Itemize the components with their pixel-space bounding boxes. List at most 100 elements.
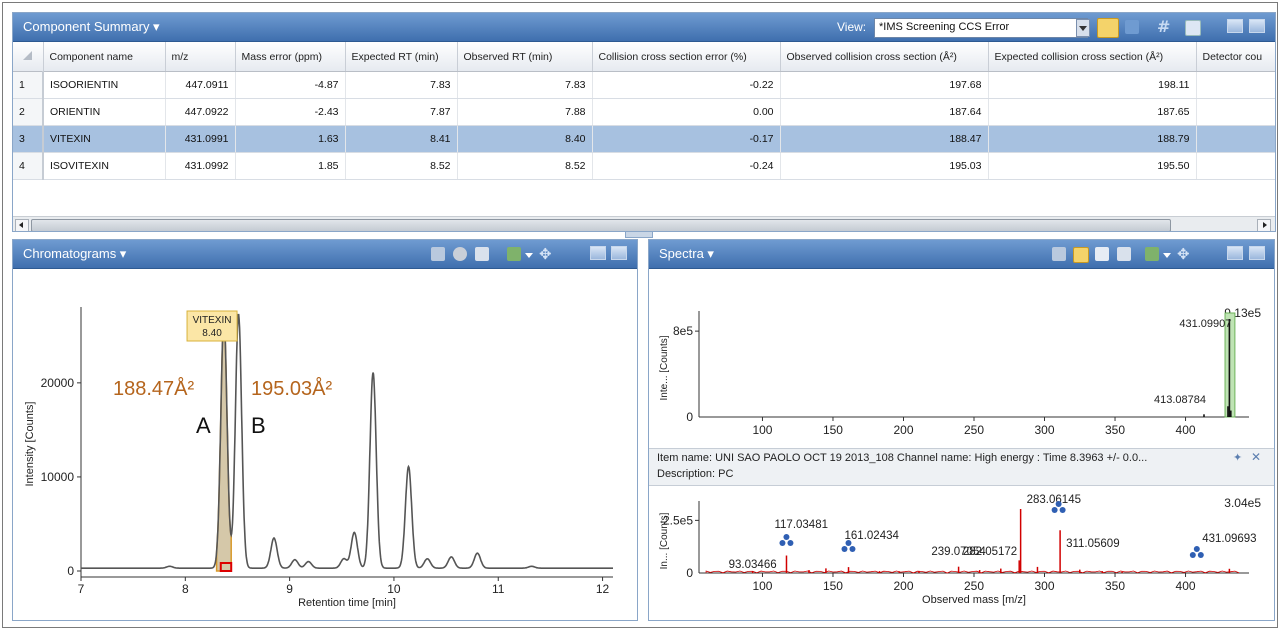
column-header-mz[interactable]: m/z: [165, 42, 236, 72]
cell-observed-rt: 7.88: [457, 98, 593, 126]
column-header-detector-counts[interactable]: Detector cou: [1196, 42, 1275, 72]
component-summary-title[interactable]: Component Summary ▾: [23, 19, 160, 35]
view-dropdown-button[interactable]: [1076, 19, 1090, 37]
cell-mz: 431.0991: [165, 125, 236, 153]
component-table: Component name m/z Mass error (ppm) Expe…: [13, 42, 1275, 180]
spectrum-bottom-plot[interactable]: 100 150 200 250 300 350 40002.5e5In... [Counts…: [649, 485, 1274, 619]
table-row[interactable]: 4 ISOVITEXIN 431.0992 1.85 8.52 8.52 -0.24 195.…: [13, 152, 1275, 180]
y-tick-label: 10000: [41, 470, 75, 484]
peak-label-431: 431.09693: [1202, 533, 1256, 545]
dropdown-arrow-icon[interactable]: [525, 253, 533, 258]
cell-observed-rt: 7.83: [457, 71, 593, 99]
y-axis-label: Intensity [Counts]: [24, 402, 36, 487]
links-icon[interactable]: [1125, 20, 1139, 34]
cell-mz: 431.0992: [165, 152, 236, 180]
x-axis-label: Observed mass [m/z]: [922, 594, 1026, 606]
table-row[interactable]: 1 ISOORIENTIN 447.0911 -4.87 7.83 7.83 -0.22 19…: [13, 71, 1275, 99]
chromatograms-title[interactable]: Chromatograms ▾: [23, 246, 126, 262]
column-header-expected-rt[interactable]: Expected RT (min): [345, 42, 458, 72]
move-icon[interactable]: ✥: [539, 245, 552, 263]
cell-observed-ccs: 187.64: [780, 98, 989, 126]
y-tick-label-0: 0: [686, 410, 693, 424]
view-select[interactable]: *IMS Screening CCS Error: [874, 18, 1088, 38]
fragment-structure-icon: [1197, 552, 1204, 558]
application-window: Component Summary ▾ View: *IMS Screening…: [2, 2, 1278, 628]
minimize-button[interactable]: [1227, 19, 1243, 33]
hash-icon[interactable]: #: [1157, 17, 1170, 36]
column-header-ccs-error[interactable]: Collision cross section error (%): [592, 42, 781, 72]
spectrum-top-plot[interactable]: 100 150 200 250 300 350 400 0 8e5Inte... [Counts…: [649, 269, 1274, 449]
x-tick-label: 300: [1034, 423, 1054, 437]
cell-mass-error: -4.87: [235, 71, 346, 99]
cell-observed-ccs: 197.68: [780, 71, 989, 99]
chrom-minimize-button[interactable]: [590, 246, 606, 260]
x-tick-label: 250: [964, 579, 984, 593]
row-number-header[interactable]: [13, 42, 44, 72]
chrom-maximize-button[interactable]: [611, 246, 627, 260]
x-tick-label: 150: [823, 423, 843, 437]
display-options-icon[interactable]: [431, 247, 445, 261]
fragment-structure-icon: [1055, 501, 1062, 507]
horizontal-scrollbar[interactable]: [13, 216, 1275, 231]
spec-move-icon[interactable]: ✥: [1177, 245, 1190, 263]
x-tick-label: 9: [286, 582, 293, 596]
spec-table-icon[interactable]: [1117, 247, 1131, 261]
chromatogram-plot[interactable]: 7 8 9 10 11 12 0 10000 20000 Retention time [min]…: [13, 269, 637, 619]
item-info-text: Item name: UNI SAO PAOLO OCT 19 2013_108…: [657, 452, 1148, 464]
y-tick-label-top: 8e5: [673, 324, 693, 338]
cell-component-name: ORIENTIN: [43, 98, 166, 126]
column-header-observed-rt[interactable]: Observed RT (min): [457, 42, 593, 72]
spec-minimize-button[interactable]: [1227, 246, 1243, 260]
maximize-button[interactable]: [1249, 19, 1265, 33]
scroll-left-button[interactable]: [15, 219, 29, 231]
table-row[interactable]: 2 ORIENTIN 447.0922 -2.43 7.87 7.88 0.00 187.64…: [13, 98, 1275, 126]
column-header-expected-ccs[interactable]: Expected collision cross section (Å²): [988, 42, 1197, 72]
cell-observed-ccs: 195.03: [780, 152, 989, 180]
view-select-value: *IMS Screening CCS Error: [879, 21, 1010, 33]
scrollbar-thumb[interactable]: [31, 219, 1171, 231]
filter-icon[interactable]: [1097, 18, 1119, 38]
peak-label-161: 161.02434: [845, 530, 900, 542]
pin-icon[interactable]: ✦: [1233, 451, 1242, 464]
component-table-container: Component name m/z Mass error (ppm) Expe…: [13, 42, 1275, 216]
x-tick-label: 400: [1176, 579, 1196, 593]
fragment-structure-icon: [1193, 546, 1200, 552]
x-tick-label: 250: [964, 423, 984, 437]
row-number: 2: [13, 98, 44, 126]
cell-mz: 447.0922: [165, 98, 236, 126]
annotation-a: A: [196, 413, 211, 438]
table-icon[interactable]: [475, 247, 489, 261]
fragment-structure-icon: [779, 540, 786, 546]
row-number: 1: [13, 71, 44, 99]
spec-maximize-button[interactable]: [1249, 246, 1265, 260]
table-row[interactable]: 3 VITEXIN 431.0991 1.63 8.41 8.40 -0.17 188.47 1…: [13, 125, 1275, 153]
peak-label-name: VITEXIN: [193, 315, 232, 326]
spec-dropdown-arrow-icon[interactable]: [1163, 253, 1171, 258]
cell-expected-rt: 7.83: [345, 71, 458, 99]
cell-observed-ccs: 188.47: [780, 125, 989, 153]
description-text: Description: PC: [657, 468, 734, 480]
spectra-title[interactable]: Spectra ▾: [659, 246, 714, 262]
highlighted-peak-area: [215, 318, 232, 572]
spec-copy-icon[interactable]: [1145, 247, 1159, 261]
y-tick-label: 0: [67, 564, 74, 578]
splitter-grip[interactable]: [625, 231, 653, 238]
scroll-right-button[interactable]: [1257, 219, 1271, 231]
row-number: 3: [13, 125, 44, 153]
peak-label-117: 117.03481: [774, 519, 828, 531]
spec-zoom-icon[interactable]: [1095, 247, 1109, 261]
x-tick-label: 350: [1105, 423, 1125, 437]
export-icon[interactable]: [1185, 20, 1201, 36]
spec-display-options-icon[interactable]: [1052, 247, 1066, 261]
copy-icon[interactable]: [507, 247, 521, 261]
column-header-mass-error[interactable]: Mass error (ppm): [235, 42, 346, 72]
column-header-observed-ccs[interactable]: Observed collision cross section (Å²): [780, 42, 989, 72]
column-header-component-name[interactable]: Component name: [43, 42, 166, 72]
cell-component-name: VITEXIN: [43, 125, 166, 153]
cell-expected-ccs: 195.50: [988, 152, 1197, 180]
spec-label-icon[interactable]: [1073, 247, 1089, 263]
x-tick-label: 350: [1105, 579, 1125, 593]
close-icon[interactable]: ✕: [1251, 450, 1261, 464]
x-tick-label: 11: [492, 582, 505, 596]
link-icon[interactable]: [453, 247, 467, 261]
